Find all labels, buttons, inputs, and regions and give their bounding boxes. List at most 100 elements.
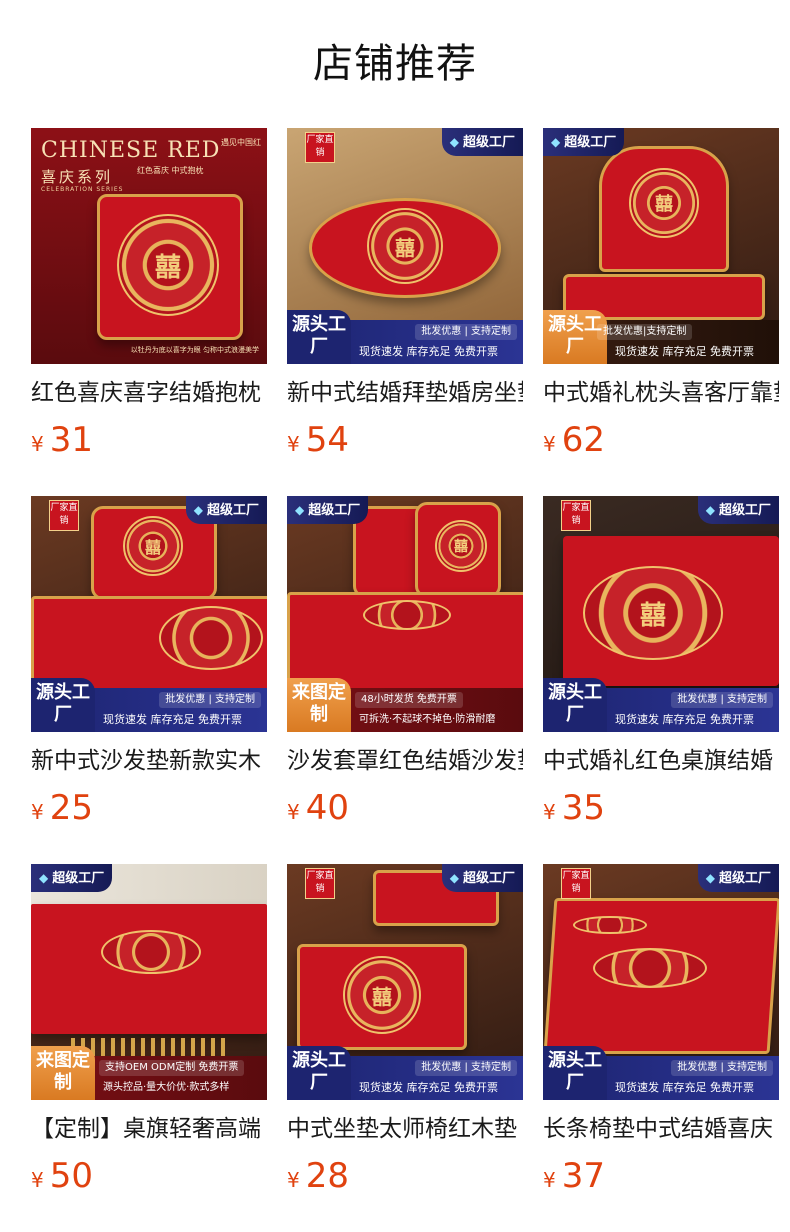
maker-badge: 厂家直销 [305, 132, 335, 163]
source-factory-tag: 源头工厂 [543, 1046, 607, 1100]
product-name[interactable]: 中式婚礼枕头喜客厅靠垫 [543, 376, 779, 410]
currency-symbol: ¥ [31, 800, 44, 824]
pattern-medallion-icon [159, 606, 263, 670]
price-value: 25 [49, 788, 93, 828]
product-card[interactable]: 囍 厂家直销 ◆ 超级工厂 源头工厂 批发优惠 | 支持定制 现货速发 库存充足 … [287, 128, 523, 460]
poster-subtitle: 喜庆系列 [41, 168, 114, 186]
product-image[interactable]: 囍 厂家直销 ◆ 超级工厂 源头工厂 批发优惠 | 支持定制 现货速发 库存充足 … [31, 496, 267, 732]
product-price: ¥31 [31, 420, 267, 460]
product-name[interactable]: 长条椅垫中式结婚喜庆 [543, 1112, 779, 1146]
product-image[interactable]: 囍 厂家直销 ◆ 超级工厂 源头工厂 批发优惠 | 支持定制 现货速发 库存充足 … [543, 496, 779, 732]
pattern-medallion-icon [101, 930, 201, 974]
product-name[interactable]: 沙发套罩红色结婚沙发垫 [287, 744, 523, 778]
factory-badge: ◆ 超级工厂 [697, 496, 779, 524]
diamond-icon: ◆ [449, 871, 459, 885]
source-factory-tag: 源头工厂 [31, 678, 95, 732]
currency-symbol: ¥ [31, 1168, 44, 1192]
promo-line-2: 现货速发 库存充足 免费开票 [615, 713, 754, 726]
factory-badge: ◆ 超级工厂 [441, 864, 523, 892]
product-price: ¥62 [543, 420, 779, 460]
pattern-medallion-icon [593, 948, 707, 988]
price-value: 54 [305, 420, 349, 460]
product-card[interactable]: 囍 厂家直销 ◆ 超级工厂 源头工厂 批发优惠 | 支持定制 现货速发 库存充足 … [543, 496, 779, 828]
promo-line-1: 48小时发货 免费开票 [355, 692, 463, 708]
product-price: ¥37 [543, 1156, 779, 1196]
double-happiness-icon: 囍 [435, 520, 487, 572]
product-card[interactable]: 囍 ◆ 超级工厂 来图定制 48小时发货 免费开票 可拆洗·不起球不掉色·防滑耐磨… [287, 496, 523, 828]
currency-symbol: ¥ [287, 1168, 300, 1192]
factory-badge: ◆ 超级工厂 [543, 128, 625, 156]
currency-symbol: ¥ [287, 800, 300, 824]
product-image[interactable]: CHINESE RED 喜庆系列 CELEBRATION SERIES 红色喜庆… [31, 128, 267, 364]
product-card[interactable]: ◆ 超级工厂 来图定制 支持OEM ODM定制 免费开票 源头控品·量大价优·款式… [31, 864, 267, 1196]
diamond-icon: ◆ [295, 503, 305, 517]
double-happiness-icon: 囍 [343, 956, 421, 1034]
custom-tag: 来图定制 [287, 678, 351, 732]
currency-symbol: ¥ [543, 800, 556, 824]
price-value: 62 [561, 420, 605, 460]
price-value: 31 [49, 420, 93, 460]
source-factory-tag: 源头工厂 [287, 310, 351, 364]
product-image[interactable]: 厂家直销 ◆ 超级工厂 源头工厂 批发优惠 | 支持定制 现货速发 库存充足 免费… [543, 864, 779, 1100]
factory-badge: ◆ 超级工厂 [185, 496, 267, 524]
promo-line-1: 批发优惠|支持定制 [597, 324, 693, 340]
promo-line-1: 批发优惠 | 支持定制 [671, 692, 773, 708]
product-price: ¥35 [543, 788, 779, 828]
promo-line-1: 批发优惠 | 支持定制 [671, 1060, 773, 1076]
promo-line-1: 支持OEM ODM定制 免费开票 [99, 1060, 245, 1076]
poster-corner-text: 遇见中国红 [221, 138, 261, 147]
maker-badge: 厂家直销 [561, 500, 591, 531]
promo-line-1: 批发优惠 | 支持定制 [415, 1060, 517, 1076]
diamond-icon: ◆ [193, 503, 203, 517]
product-image[interactable]: 囍 厂家直销 ◆ 超级工厂 源头工厂 批发优惠 | 支持定制 现货速发 库存充足 … [287, 864, 523, 1100]
product-price: ¥28 [287, 1156, 523, 1196]
product-card[interactable]: 囍 ◆ 超级工厂 源头工厂 批发优惠|支持定制 现货速发 库存充足 免费开票 中式… [543, 128, 779, 460]
maker-badge: 厂家直销 [561, 868, 591, 899]
product-card[interactable]: 厂家直销 ◆ 超级工厂 源头工厂 批发优惠 | 支持定制 现货速发 库存充足 免费… [543, 864, 779, 1196]
double-happiness-icon: 囍 [123, 516, 183, 576]
double-happiness-icon: 囍 [117, 214, 219, 316]
poster-side-text: 红色喜庆 中式抱枕 [137, 166, 204, 175]
promo-line-1: 批发优惠 | 支持定制 [415, 324, 517, 340]
product-price: ¥40 [287, 788, 523, 828]
promo-line-2: 现货速发 库存充足 免费开票 [103, 713, 242, 726]
poster-caption: 以牡丹为底以喜字为眼 匀称中式浪漫美学 [130, 346, 259, 354]
product-card[interactable]: 囍 厂家直销 ◆ 超级工厂 源头工厂 批发优惠 | 支持定制 现货速发 库存充足 … [31, 496, 267, 828]
price-value: 50 [49, 1156, 93, 1196]
product-image[interactable]: 囍 ◆ 超级工厂 源头工厂 批发优惠|支持定制 现货速发 库存充足 免费开票 [543, 128, 779, 364]
promo-line-2: 现货速发 库存充足 免费开票 [615, 1081, 754, 1094]
custom-tag: 来图定制 [31, 1046, 95, 1100]
product-name[interactable]: 新中式结婚拜垫婚房坐垫 [287, 376, 523, 410]
product-image[interactable]: ◆ 超级工厂 来图定制 支持OEM ODM定制 免费开票 源头控品·量大价优·款式… [31, 864, 267, 1100]
product-price: ¥25 [31, 788, 267, 828]
currency-symbol: ¥ [287, 432, 300, 456]
promo-line-1: 批发优惠 | 支持定制 [159, 692, 261, 708]
product-name[interactable]: 【定制】桌旗轻奢高端 [31, 1112, 267, 1146]
price-value: 28 [305, 1156, 349, 1196]
promo-line-2: 现货速发 库存充足 免费开票 [359, 1081, 498, 1094]
source-factory-tag: 源头工厂 [287, 1046, 351, 1100]
promo-line-2: 可拆洗·不起球不掉色·防滑耐磨 [359, 714, 496, 725]
diamond-icon: ◆ [39, 871, 49, 885]
product-name[interactable]: 新中式沙发垫新款实木 [31, 744, 267, 778]
currency-symbol: ¥ [31, 432, 44, 456]
promo-line-2: 现货速发 库存充足 免费开票 [359, 345, 498, 358]
source-factory-tag: 源头工厂 [543, 678, 607, 732]
price-value: 35 [561, 788, 605, 828]
factory-badge: ◆ 超级工厂 [697, 864, 779, 892]
product-image[interactable]: 囍 ◆ 超级工厂 来图定制 48小时发货 免费开票 可拆洗·不起球不掉色·防滑耐磨 [287, 496, 523, 732]
factory-badge: ◆ 超级工厂 [31, 864, 113, 892]
currency-symbol: ¥ [543, 1168, 556, 1192]
product-image[interactable]: 囍 厂家直销 ◆ 超级工厂 源头工厂 批发优惠 | 支持定制 现货速发 库存充足 … [287, 128, 523, 364]
diamond-icon: ◆ [449, 135, 459, 149]
poster-tagline: CELEBRATION SERIES [41, 186, 124, 193]
promo-line-2: 现货速发 库存充足 免费开票 [615, 345, 754, 358]
product-name[interactable]: 中式坐垫太师椅红木垫 [287, 1112, 523, 1146]
product-card[interactable]: 囍 厂家直销 ◆ 超级工厂 源头工厂 批发优惠 | 支持定制 现货速发 库存充足 … [287, 864, 523, 1196]
product-name[interactable]: 中式婚礼红色桌旗结婚 [543, 744, 779, 778]
product-card[interactable]: CHINESE RED 喜庆系列 CELEBRATION SERIES 红色喜庆… [31, 128, 267, 460]
price-value: 37 [561, 1156, 605, 1196]
product-name[interactable]: 红色喜庆喜字结婚抱枕 [31, 376, 267, 410]
diamond-icon: ◆ [551, 135, 561, 149]
promo-line-2: 源头控品·量大价优·款式多样 [103, 1082, 230, 1093]
